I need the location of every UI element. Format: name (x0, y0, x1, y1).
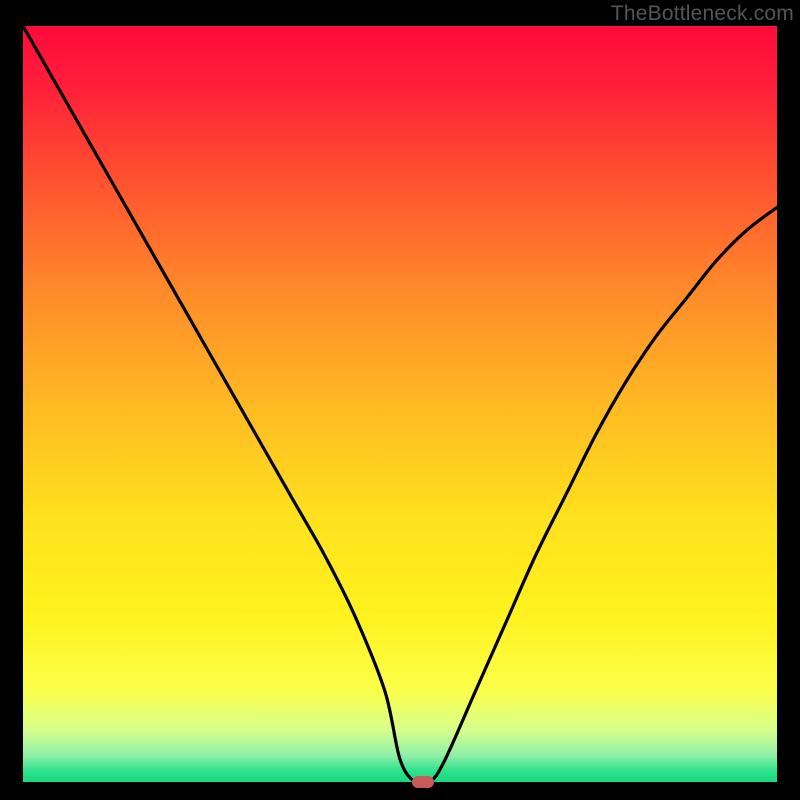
plot-area (23, 26, 777, 782)
chart-container: TheBottleneck.com (0, 0, 800, 800)
gradient-background (23, 26, 777, 782)
chart-svg (23, 26, 777, 782)
optimal-marker (412, 776, 434, 788)
watermark-text: TheBottleneck.com (611, 2, 794, 26)
